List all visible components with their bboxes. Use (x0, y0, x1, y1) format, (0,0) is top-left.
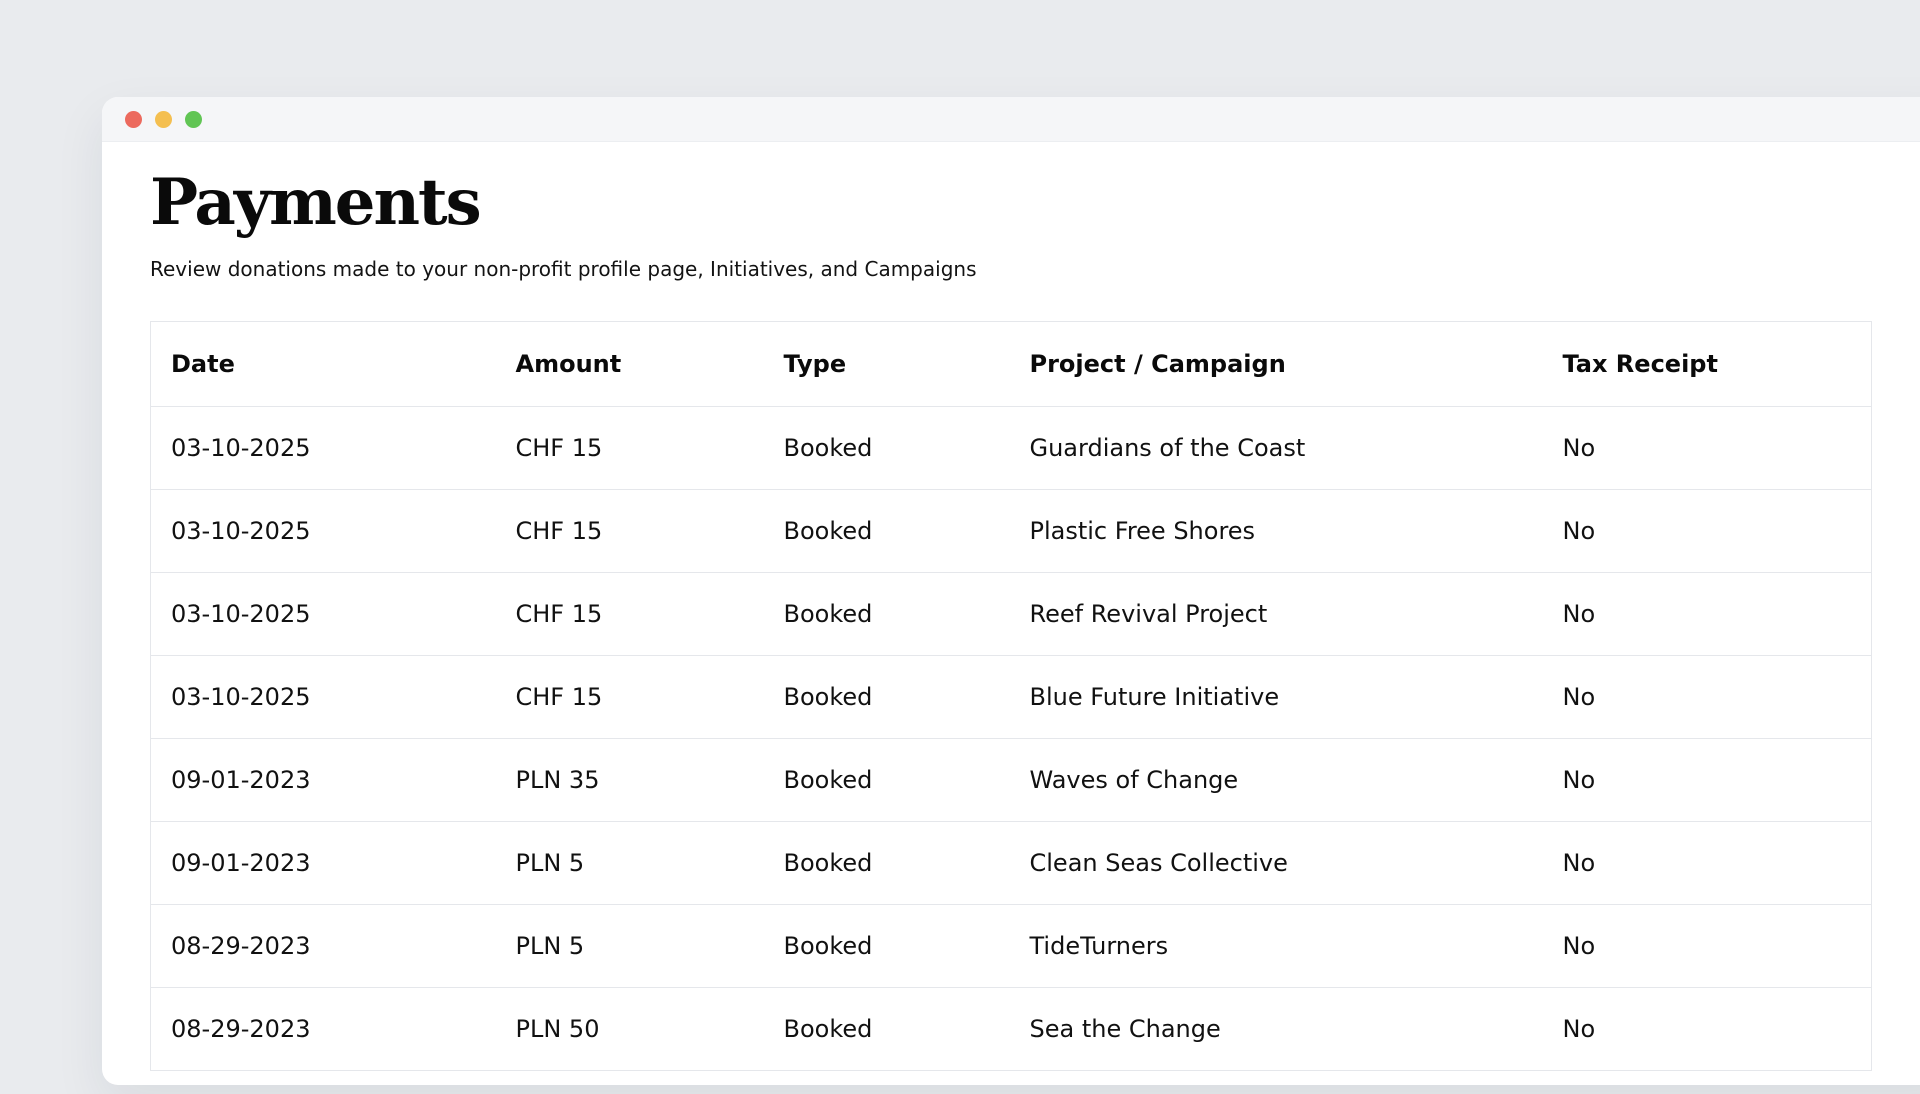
cell-amount: PLN 35 (496, 738, 764, 821)
cell-amount: PLN 5 (496, 821, 764, 904)
cell-date: 03-10-2025 (151, 655, 496, 738)
cell-date: 03-10-2025 (151, 489, 496, 572)
cell-type: Booked (764, 489, 1010, 572)
cell-type: Booked (764, 572, 1010, 655)
cell-amount: CHF 15 (496, 655, 764, 738)
table-row: 03-10-2025 CHF 15 Booked Guardians of th… (151, 406, 1872, 489)
cell-tax-receipt: No (1543, 489, 1872, 572)
table-row: 08-29-2023 PLN 50 Booked Sea the Change … (151, 987, 1872, 1070)
cell-tax-receipt: No (1543, 987, 1872, 1070)
column-header-date: Date (151, 321, 496, 406)
table-header-row: Date Amount Type Project / Campaign Tax … (151, 321, 1872, 406)
table-row: 09-01-2023 PLN 35 Booked Waves of Change… (151, 738, 1872, 821)
cell-type: Booked (764, 738, 1010, 821)
cell-project: Guardians of the Coast (1010, 406, 1543, 489)
cell-project: Plastic Free Shores (1010, 489, 1543, 572)
cell-project: Blue Future Initiative (1010, 655, 1543, 738)
zoom-button[interactable] (185, 111, 202, 128)
close-button[interactable] (125, 111, 142, 128)
column-header-amount: Amount (496, 321, 764, 406)
column-header-project: Project / Campaign (1010, 321, 1543, 406)
column-header-type: Type (764, 321, 1010, 406)
payments-table-container: Date Amount Type Project / Campaign Tax … (150, 321, 1920, 1071)
cell-tax-receipt: No (1543, 655, 1872, 738)
cell-type: Booked (764, 904, 1010, 987)
column-header-tax-receipt: Tax Receipt (1543, 321, 1872, 406)
cell-amount: CHF 15 (496, 489, 764, 572)
cell-amount: CHF 15 (496, 406, 764, 489)
table-row: 03-10-2025 CHF 15 Booked Plastic Free Sh… (151, 489, 1872, 572)
app-window: Payments Review donations made to your n… (102, 97, 1920, 1085)
cell-tax-receipt: No (1543, 406, 1872, 489)
cell-amount: CHF 15 (496, 572, 764, 655)
payments-table: Date Amount Type Project / Campaign Tax … (150, 321, 1872, 1071)
page-content: Payments Review donations made to your n… (102, 142, 1920, 1071)
cell-project: Sea the Change (1010, 987, 1543, 1070)
cell-type: Booked (764, 655, 1010, 738)
page-subtitle: Review donations made to your non-profit… (150, 257, 1920, 281)
table-row: 09-01-2023 PLN 5 Booked Clean Seas Colle… (151, 821, 1872, 904)
cell-project: Waves of Change (1010, 738, 1543, 821)
cell-date: 09-01-2023 (151, 738, 496, 821)
cell-project: Clean Seas Collective (1010, 821, 1543, 904)
page-title: Payments (150, 166, 1920, 241)
cell-tax-receipt: No (1543, 738, 1872, 821)
cell-date: 03-10-2025 (151, 572, 496, 655)
cell-date: 03-10-2025 (151, 406, 496, 489)
cell-project: TideTurners (1010, 904, 1543, 987)
cell-type: Booked (764, 987, 1010, 1070)
window-titlebar (102, 97, 1920, 142)
cell-amount: PLN 5 (496, 904, 764, 987)
cell-tax-receipt: No (1543, 572, 1872, 655)
cell-date: 08-29-2023 (151, 904, 496, 987)
cell-date: 09-01-2023 (151, 821, 496, 904)
cell-type: Booked (764, 406, 1010, 489)
cell-project: Reef Revival Project (1010, 572, 1543, 655)
table-row: 08-29-2023 PLN 5 Booked TideTurners No (151, 904, 1872, 987)
table-row: 03-10-2025 CHF 15 Booked Reef Revival Pr… (151, 572, 1872, 655)
cell-type: Booked (764, 821, 1010, 904)
cell-date: 08-29-2023 (151, 987, 496, 1070)
cell-tax-receipt: No (1543, 821, 1872, 904)
minimize-button[interactable] (155, 111, 172, 128)
table-row: 03-10-2025 CHF 15 Booked Blue Future Ini… (151, 655, 1872, 738)
cell-tax-receipt: No (1543, 904, 1872, 987)
cell-amount: PLN 50 (496, 987, 764, 1070)
